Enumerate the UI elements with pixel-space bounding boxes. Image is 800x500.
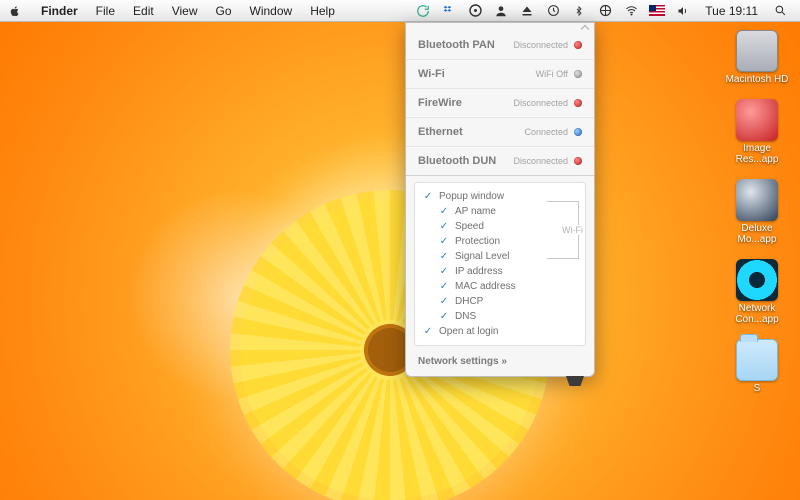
menubar-item-go[interactable]: Go [207,0,241,22]
option-speed[interactable]: ✓ Speed [421,219,579,234]
desktop-icons: Macintosh HD Image Res...app Deluxe Mo..… [722,30,792,394]
network-status: Connected [524,127,582,137]
menubar-item-file[interactable]: File [87,0,124,22]
desktop-icon-label: Image Res...app [722,143,792,165]
app-menu[interactable]: Finder [32,0,87,22]
desktop-icon-image-res-app[interactable]: Image Res...app [722,99,792,165]
network-status: Disconnected [513,156,582,166]
desktop-icon-network-app[interactable]: Network Con...app [722,259,792,325]
option-label: Speed [455,221,484,232]
desktop-icon-deluxe-app[interactable]: Deluxe Mo...app [722,179,792,245]
desktop-icon-label: Macintosh HD [726,74,789,85]
desktop: Finder File Edit View Go Window Help Tue… [0,0,800,500]
menubar-item-window[interactable]: Window [241,0,302,22]
check-icon: ✓ [439,282,449,292]
app-icon [736,179,778,221]
folder-icon [736,339,778,381]
eject-icon[interactable] [519,3,535,19]
volume-icon[interactable] [675,3,691,19]
network-row-firewire[interactable]: FireWire Disconnected [406,89,594,118]
flag-us-icon[interactable] [649,3,665,19]
option-protection[interactable]: ✓ Protection [421,234,579,249]
check-icon: ✓ [423,327,433,337]
bluetooth-icon[interactable] [571,3,587,19]
option-popup-window[interactable]: ✓ Popup window [421,189,579,204]
status-led-icon [574,41,582,49]
app-icon [736,99,778,141]
hard-drive-icon [736,30,778,72]
option-ip-address[interactable]: ✓ IP address [421,264,579,279]
status-led-icon [574,157,582,165]
network-connection-panel: Bluetooth PAN Disconnected Wi-Fi WiFi Of… [405,22,595,377]
option-ap-name[interactable]: ✓ AP name [421,204,579,219]
menubar: Finder File Edit View Go Window Help Tue… [0,0,800,22]
option-dns[interactable]: ✓ DNS [421,309,579,324]
network-status: WiFi Off [536,69,582,79]
status-led-icon [574,70,582,78]
desktop-icon-label: Deluxe Mo...app [722,223,792,245]
network-status: Disconnected [513,40,582,50]
option-label: DHCP [455,296,483,307]
option-label: DNS [455,311,476,322]
option-dhcp[interactable]: ✓ DHCP [421,294,579,309]
network-interface-list: Bluetooth PAN Disconnected Wi-Fi WiFi Of… [406,23,594,176]
desktop-icon-folder-s[interactable]: S [736,339,778,394]
sync-icon[interactable] [415,3,431,19]
check-icon: ✓ [439,297,449,307]
check-icon: ✓ [439,237,449,247]
check-icon: ✓ [439,312,449,322]
network-row-ethernet[interactable]: Ethernet Connected [406,118,594,147]
option-label: Open at login [439,326,499,337]
option-open-at-login[interactable]: ✓ Open at login [421,324,579,339]
network-settings-link[interactable]: Network settings » [406,350,594,370]
spotlight-icon[interactable] [772,3,788,19]
status-led-icon [574,99,582,107]
panel-anchor-icon [566,376,584,386]
option-mac-address[interactable]: ✓ MAC address [421,279,579,294]
menubar-item-help[interactable]: Help [301,0,344,22]
network-status: Disconnected [513,98,582,108]
app-extra-icon[interactable] [467,3,483,19]
option-label: AP name [455,206,496,217]
desktop-icon-macintosh-hd[interactable]: Macintosh HD [726,30,789,85]
network-name: Wi-Fi [418,68,445,80]
option-label: MAC address [455,281,516,292]
time-machine-icon[interactable] [545,3,561,19]
user-switch-icon[interactable] [493,3,509,19]
option-label: IP address [455,266,503,277]
network-menubar-icon[interactable] [597,3,613,19]
network-name: Bluetooth DUN [418,155,496,167]
option-signal-level[interactable]: ✓ Signal Level [421,249,579,264]
menubar-item-view[interactable]: View [163,0,207,22]
menubar-extras: Tue 19:11 [415,3,792,19]
network-row-wifi[interactable]: Wi-Fi WiFi Off [406,60,594,89]
dropbox-icon[interactable] [441,3,457,19]
check-icon: ✓ [439,267,449,277]
check-icon: ✓ [439,222,449,232]
check-icon: ✓ [423,192,433,202]
wifi-icon[interactable] [623,3,639,19]
option-label: Signal Level [455,251,509,262]
check-icon: ✓ [439,252,449,262]
network-row-bluetooth-dun[interactable]: Bluetooth DUN Disconnected [406,147,594,176]
network-name: Bluetooth PAN [418,39,495,51]
menubar-clock[interactable]: Tue 19:11 [701,4,762,18]
apple-menu-icon[interactable] [8,4,22,18]
option-label: Popup window [439,191,504,202]
panel-options: ✓ Popup window ✓ AP name ✓ Speed ✓ Prote… [414,182,586,346]
network-name: FireWire [418,97,462,109]
app-icon [736,259,778,301]
desktop-icon-label: S [754,383,761,394]
desktop-icon-label: Network Con...app [722,303,792,325]
status-led-icon [574,128,582,136]
network-row-bluetooth-pan[interactable]: Bluetooth PAN Disconnected [406,31,594,60]
option-label: Protection [455,236,500,247]
check-icon: ✓ [439,207,449,217]
menubar-item-edit[interactable]: Edit [124,0,163,22]
network-name: Ethernet [418,126,463,138]
